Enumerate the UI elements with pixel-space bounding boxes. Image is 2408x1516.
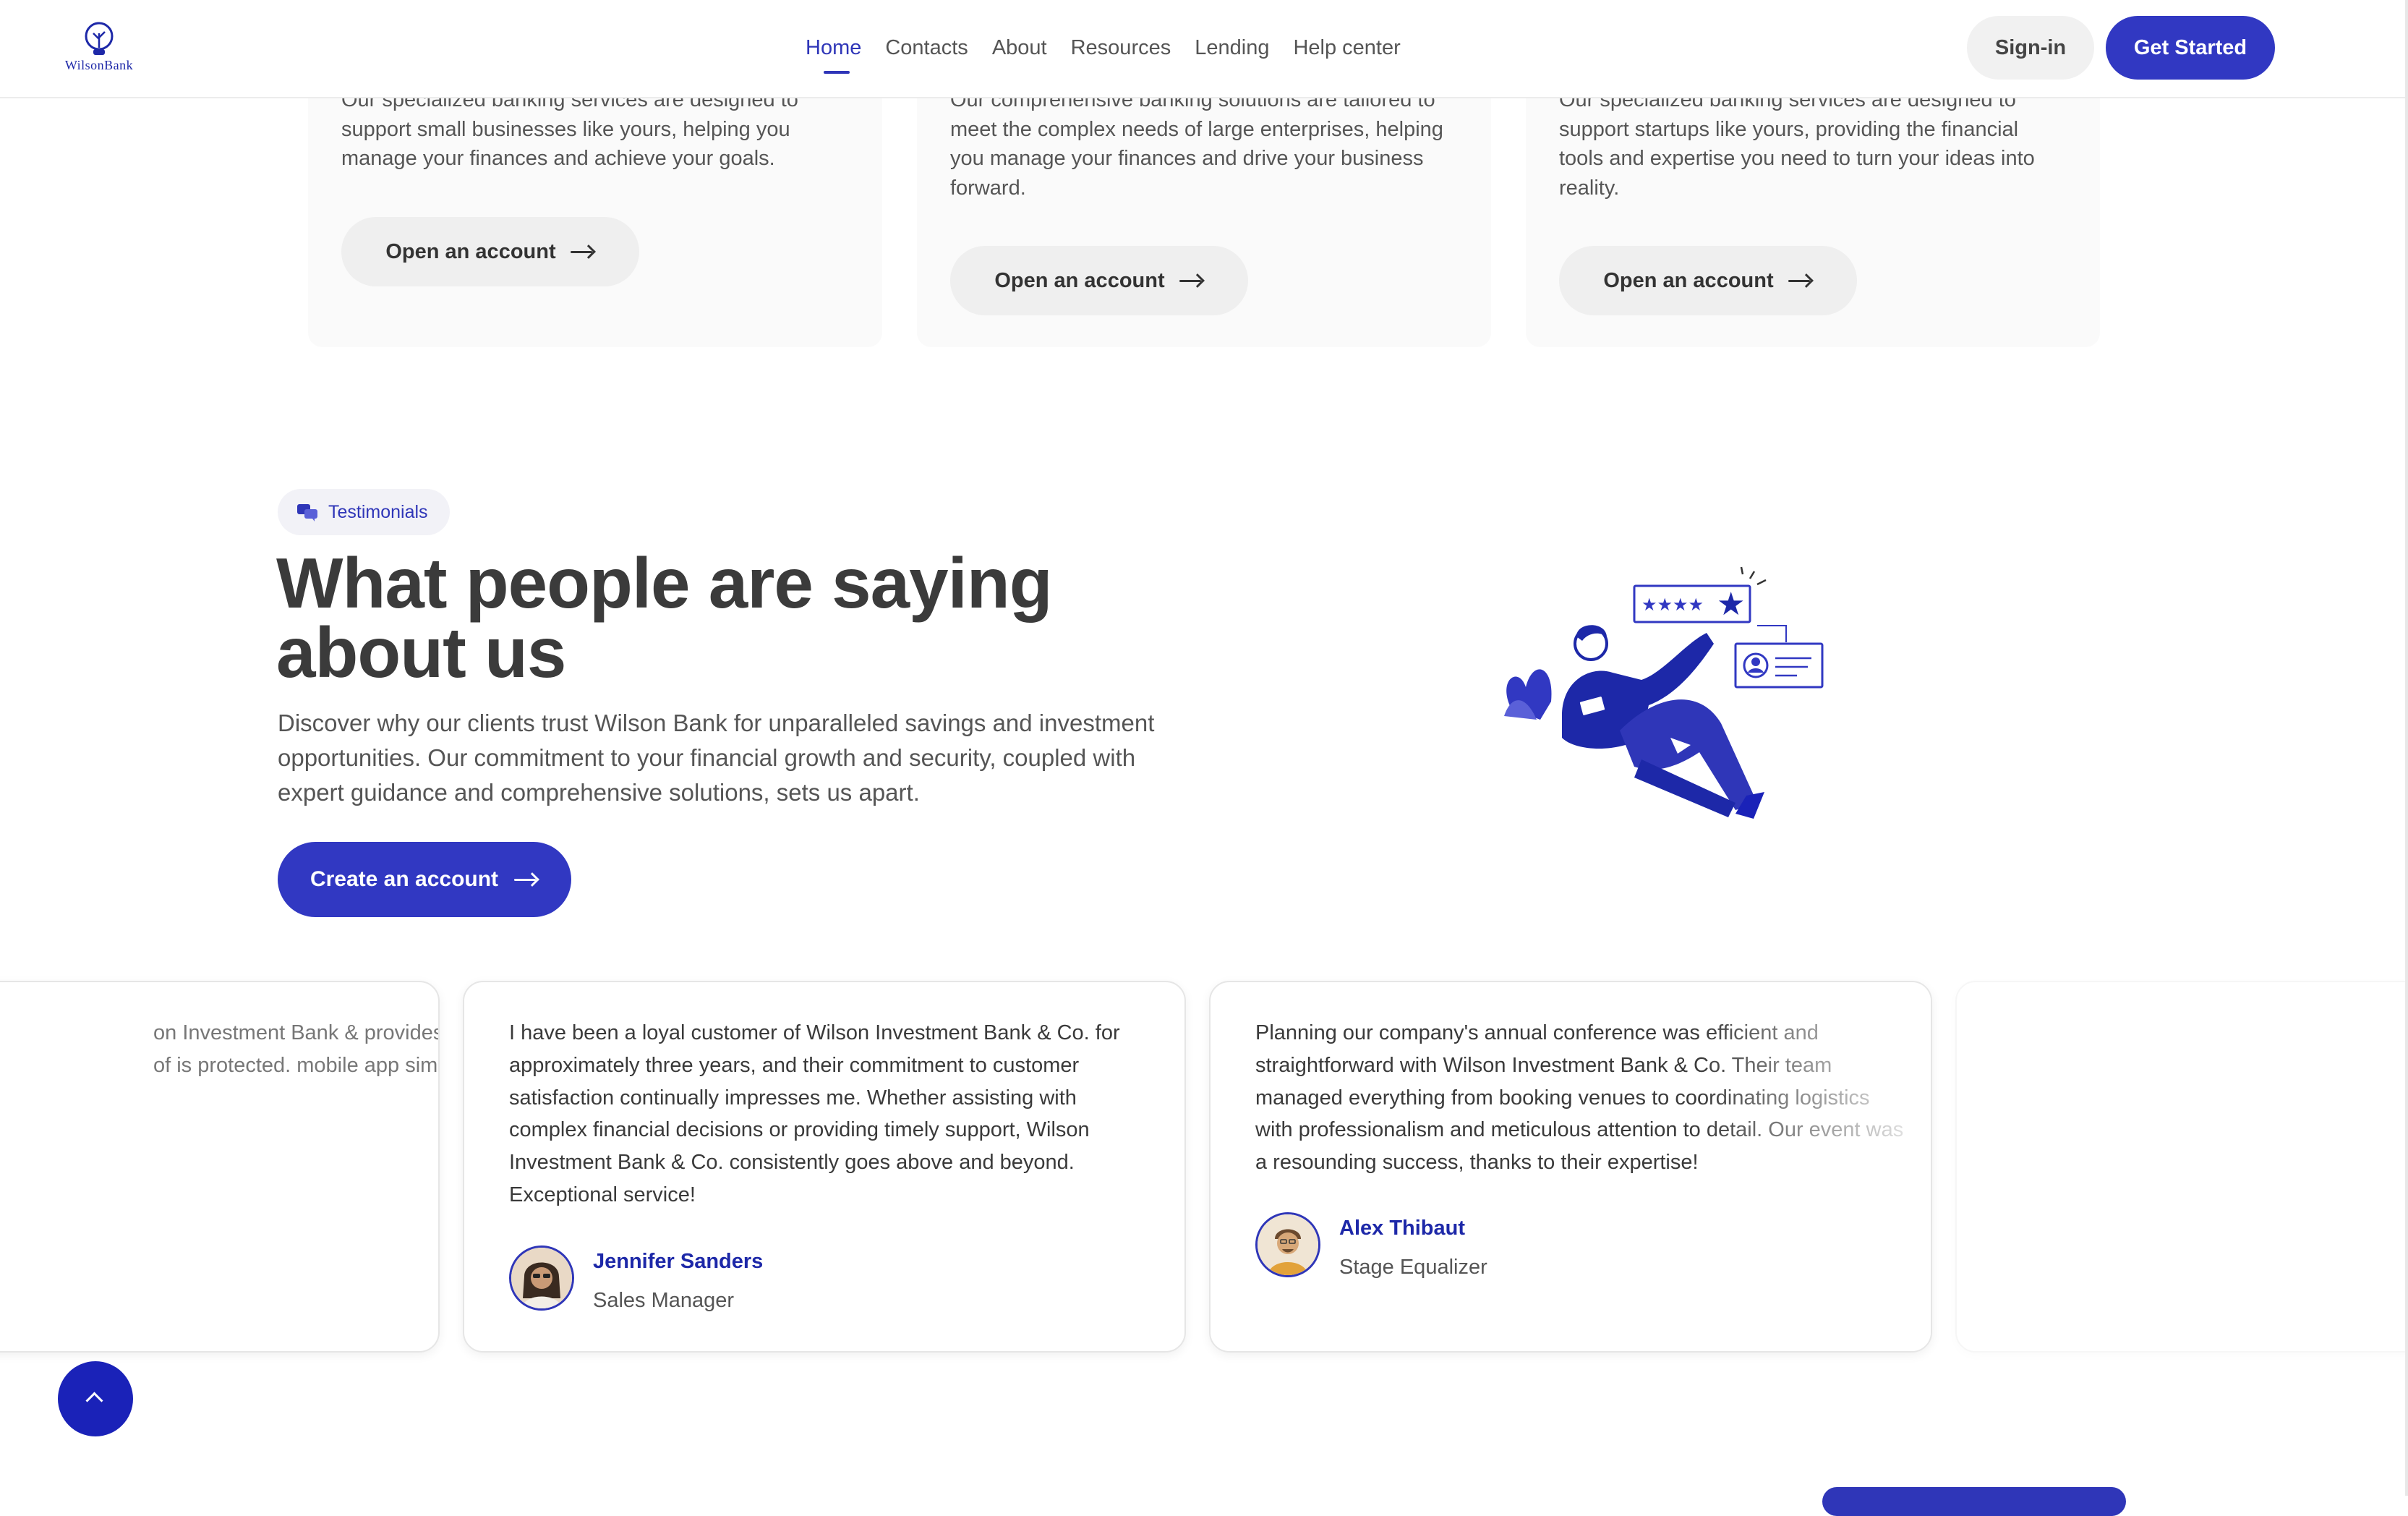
svg-text:★★★★: ★★★★ xyxy=(1641,595,1704,615)
avatar-alex-thibaut xyxy=(1255,1212,1320,1277)
svg-text:★: ★ xyxy=(1717,586,1745,623)
section-heading: What people are saying about us xyxy=(276,548,1144,688)
create-account-label: Create an account xyxy=(309,867,499,891)
main-nav: Home Contacts About Resources Lending He… xyxy=(806,32,1425,74)
create-account-button[interactable]: Create an account xyxy=(278,842,571,917)
next-section-button-peek xyxy=(1822,1487,2126,1516)
scroll-to-top-button[interactable] xyxy=(58,1361,133,1436)
testimonial-card-partial-right xyxy=(1955,981,2408,1353)
wilsonbank-logo[interactable]: WilsonBank xyxy=(59,20,139,77)
heading-line-2: about us xyxy=(276,613,566,692)
nav-resources[interactable]: Resources xyxy=(1071,32,1171,64)
nav-lending[interactable]: Lending xyxy=(1195,32,1269,64)
testimonial-card-partial-left: on Investment Bank & provides peace of i… xyxy=(0,981,440,1353)
section-lead: Discover why our clients trust Wilson Ba… xyxy=(278,710,1155,806)
testimonial-quote: I have been a loyal customer of Wilson I… xyxy=(509,1021,1120,1206)
arrow-right-icon xyxy=(514,872,539,887)
heading-line-1: What people are saying xyxy=(276,543,1053,623)
nav-about[interactable]: About xyxy=(992,32,1047,64)
nav-contacts[interactable]: Contacts xyxy=(885,32,968,64)
service-description: Our specialized banking services are des… xyxy=(1559,88,2035,200)
chevron-up-icon xyxy=(85,1392,103,1410)
testimonial-card-alex-thibaut: Planning our company's annual conference… xyxy=(1209,981,1932,1353)
lightbulb-tree-icon xyxy=(85,22,114,55)
window-edge xyxy=(2405,0,2408,1496)
open-account-button[interactable]: Open an account xyxy=(341,217,639,286)
testimonial-author-name: Jennifer Sanders xyxy=(593,1250,764,1273)
testimonial-author-role: Stage Equalizer xyxy=(1339,1256,1487,1279)
service-description: Our specialized banking services are des… xyxy=(341,88,798,170)
arrow-right-icon xyxy=(570,244,595,259)
arrow-right-icon xyxy=(1179,273,1204,288)
open-account-button[interactable]: Open an account xyxy=(950,246,1248,315)
site-header: WilsonBank Home Contacts About Resources… xyxy=(0,0,2408,98)
sign-in-button[interactable]: Sign-in xyxy=(1967,16,2094,80)
testimonial-author-name: Alex Thibaut xyxy=(1339,1217,1466,1240)
chat-bubbles-icon xyxy=(297,504,317,521)
nav-help-center[interactable]: Help center xyxy=(1293,32,1400,64)
avatar-jennifer-sanders xyxy=(509,1245,574,1311)
testimonials-badge: Testimonials xyxy=(278,489,450,535)
open-account-button[interactable]: Open an account xyxy=(1559,246,1857,315)
person-portrait-icon xyxy=(511,1248,572,1308)
person-portrait-icon xyxy=(1258,1214,1318,1275)
logo-text: WilsonBank xyxy=(64,58,134,72)
arrow-right-icon xyxy=(1788,273,1813,288)
open-account-label: Open an account xyxy=(1603,268,1774,292)
nav-home[interactable]: Home xyxy=(806,32,861,74)
carousel-fade xyxy=(1699,982,1931,1351)
get-started-button[interactable]: Get Started xyxy=(2106,16,2275,80)
testimonial-author-role: Sales Manager xyxy=(593,1289,735,1312)
open-account-label: Open an account xyxy=(994,268,1165,292)
customer-rating-illustration: ★★★★ ★ xyxy=(1504,566,1824,819)
service-description: Our comprehensive banking solutions are … xyxy=(950,88,1443,200)
open-account-label: Open an account xyxy=(385,239,556,263)
testimonial-card-jennifer-sanders: I have been a loyal customer of Wilson I… xyxy=(463,981,1186,1353)
badge-label: Testimonials xyxy=(328,501,428,522)
